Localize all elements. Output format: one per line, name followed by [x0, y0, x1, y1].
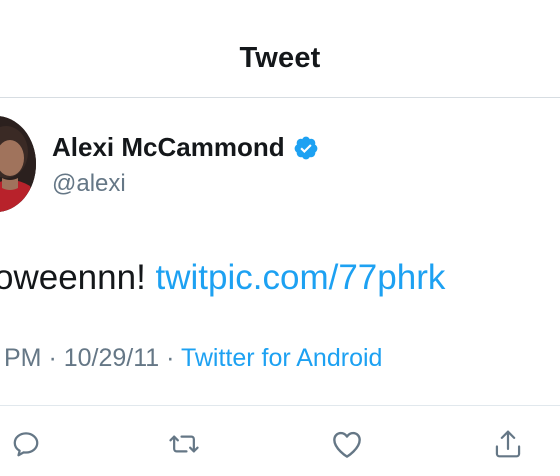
retweet-button[interactable] — [164, 424, 204, 464]
tweet-date: 10/29/11 — [63, 344, 160, 372]
like-button[interactable] — [327, 424, 367, 464]
tweet-text: oweennn! twitpic.com/77phrk — [0, 258, 445, 298]
tweet-link[interactable]: twitpic.com/77phrk — [156, 258, 446, 297]
avatar-image — [0, 116, 36, 212]
retweet-icon — [169, 435, 199, 453]
verified-badge-icon — [294, 136, 317, 159]
tweet-detail-screen: Tweet Alexi McCammond @alexi oweennn! tw… — [0, 0, 560, 476]
header-divider — [0, 97, 560, 98]
author-name[interactable]: Alexi McCammond — [52, 132, 285, 163]
page-title: Tweet — [239, 42, 321, 74]
tweet-time: PM — [4, 344, 42, 372]
tweet-meta: PM · 10/29/11 · Twitter for Android — [4, 344, 382, 373]
author-name-row[interactable]: Alexi McCammond — [52, 132, 319, 163]
share-button[interactable] — [488, 424, 528, 464]
heart-icon — [333, 431, 361, 458]
meta-divider — [0, 405, 560, 406]
tweet-text-body: oweennn! — [0, 258, 156, 297]
meta-separator: · — [41, 344, 64, 372]
share-icon — [495, 430, 521, 458]
tweet-client-link[interactable]: Twitter for Android — [181, 344, 382, 372]
meta-separator: · — [159, 344, 181, 372]
avatar[interactable] — [0, 116, 36, 212]
author-handle[interactable]: @alexi — [52, 170, 126, 198]
reply-icon — [13, 432, 39, 457]
reply-button[interactable] — [6, 424, 46, 464]
